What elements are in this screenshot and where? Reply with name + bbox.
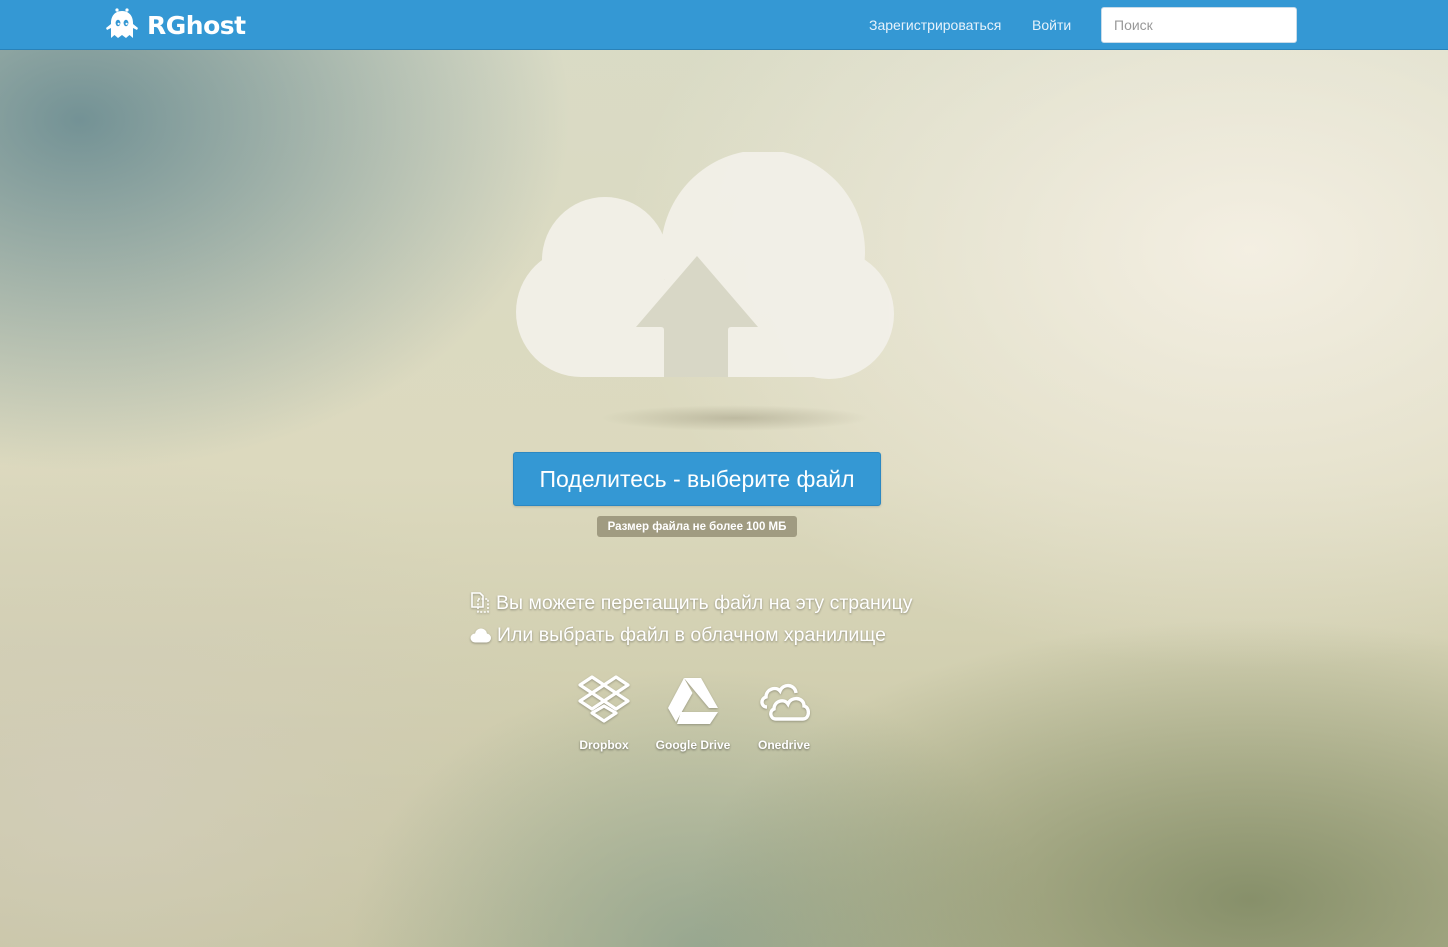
onedrive-icon (760, 683, 810, 721)
cloud-icon (470, 628, 491, 642)
cloud-shadow (600, 405, 870, 431)
onedrive-label: Onedrive (757, 738, 811, 752)
search-input[interactable] (1101, 7, 1297, 43)
onedrive-button[interactable]: Onedrive (739, 675, 829, 752)
register-link[interactable]: Зарегистрироваться (869, 0, 1001, 50)
cloud-upload-icon[interactable] (497, 152, 897, 382)
dropbox-button[interactable]: Dropbox (559, 675, 649, 752)
drag-hint: Вы можете перетащить файл на эту страниц… (470, 590, 913, 616)
brand-logo-link[interactable]: RGhost (105, 8, 246, 42)
choose-file-button[interactable]: Поделитесь - выберите файл (513, 452, 881, 506)
ghost-logo-icon (106, 8, 138, 38)
login-link[interactable]: Войти (1032, 0, 1071, 50)
drag-file-icon (471, 592, 489, 613)
dropbox-label: Dropbox (579, 738, 629, 752)
drag-hint-text: Вы можете перетащить файл на эту страниц… (496, 591, 913, 614)
brand-name: RGhost (147, 10, 246, 40)
google-drive-label: Google Drive (655, 738, 731, 752)
google-drive-button[interactable]: Google Drive (648, 675, 738, 752)
file-size-limit-badge: Размер файла не более 100 МБ (597, 516, 797, 537)
cloud-storage-hint: Или выбрать файл в облачном хранилище (470, 622, 886, 648)
top-navbar: RGhost Зарегистрироваться Войти (0, 0, 1448, 50)
dropbox-icon (578, 675, 630, 723)
google-drive-icon (668, 678, 718, 724)
cloud-hint-text: Или выбрать файл в облачном хранилище (497, 623, 886, 646)
